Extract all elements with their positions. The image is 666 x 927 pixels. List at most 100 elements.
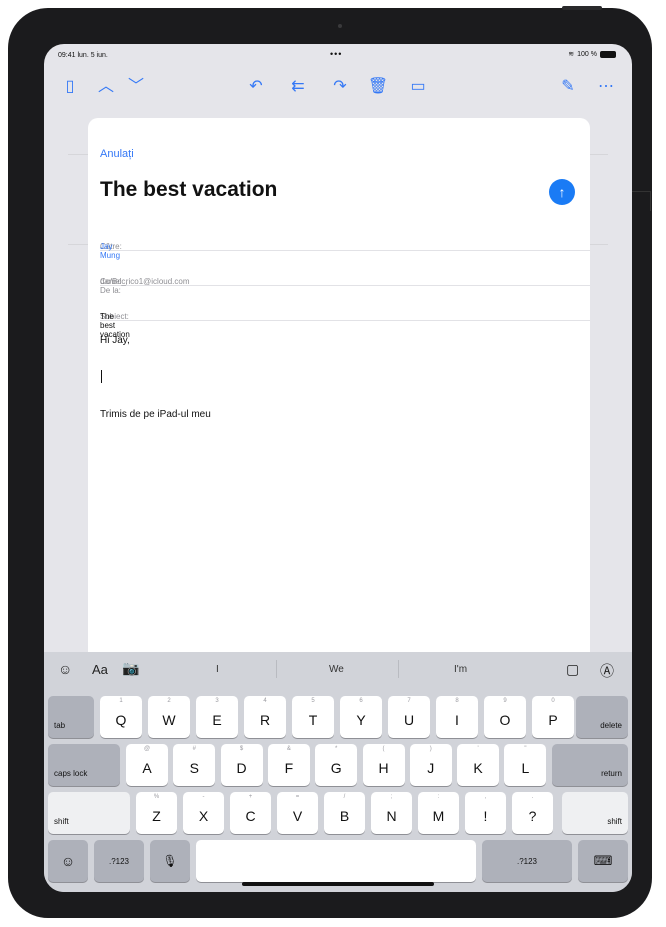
key-q[interactable]: 1Q bbox=[100, 696, 142, 738]
suggestion-2[interactable]: We bbox=[329, 664, 344, 675]
key-d[interactable]: $ D bbox=[220, 744, 263, 786]
key-m[interactable]: :M bbox=[418, 792, 459, 834]
callout-line-vertical bbox=[650, 191, 651, 211]
markup-icon[interactable]: Ⓐ bbox=[600, 661, 614, 681]
key-e[interactable]: 3E bbox=[196, 696, 238, 738]
key-hint: 0 bbox=[551, 698, 555, 704]
cc-from-field[interactable]: Cc/Bcc, De la: daniel_rico1@icloud.com bbox=[100, 251, 590, 295]
key-label: Z bbox=[152, 808, 161, 824]
key-s[interactable]: # S bbox=[173, 744, 216, 786]
key-x[interactable]: -X bbox=[183, 792, 224, 834]
key-v[interactable]: = V bbox=[277, 792, 318, 834]
status-bar: 09:41 lun. 5 iun. ••• ≋ 100 % bbox=[44, 44, 632, 66]
compose-title: The best vacation bbox=[100, 178, 278, 201]
key-label: T bbox=[308, 712, 318, 728]
key-label: H bbox=[378, 760, 389, 776]
trash-icon[interactable]: 🗑 bbox=[366, 72, 390, 102]
reply-icon[interactable]: ↶ bbox=[244, 72, 268, 102]
tab-key[interactable]: tab bbox=[48, 696, 94, 738]
key-label: U bbox=[403, 712, 415, 728]
space-key[interactable] bbox=[196, 840, 476, 882]
key-label: D bbox=[236, 760, 247, 776]
mic-key[interactable]: 🎙 bbox=[150, 840, 190, 882]
numbers-key-right[interactable]: .?123 bbox=[482, 840, 572, 882]
key-hint: / bbox=[343, 794, 346, 800]
multitasking-dots[interactable]: ••• bbox=[330, 49, 342, 59]
key-k[interactable]: ' K bbox=[457, 744, 500, 786]
key-label: ? bbox=[528, 808, 537, 824]
ipad-screen: 09:41 lun. 5 iun. ••• ≋ 100 % ▯ ︿ ﹀ ↶ ⇇ … bbox=[44, 44, 632, 892]
key-hint: # bbox=[192, 746, 196, 752]
key-f[interactable]: & F bbox=[267, 744, 310, 786]
key-n[interactable]: ; N bbox=[371, 792, 412, 834]
key-y[interactable]: 6Y bbox=[340, 696, 382, 738]
key-p[interactable]: 0P bbox=[532, 696, 574, 738]
suggestion-3[interactable]: I'm bbox=[454, 664, 467, 675]
keyboard: ☺ Aa 📷 I We I'm ▢ Ⓐ tab delete caps lock… bbox=[44, 652, 632, 892]
suggestion-1[interactable]: I bbox=[216, 664, 219, 675]
more-icon[interactable]: ⋯ bbox=[594, 72, 618, 102]
return-key[interactable]: return bbox=[552, 744, 628, 786]
key-u[interactable]: 7U bbox=[388, 696, 430, 738]
caps-lock-key[interactable]: caps lock bbox=[48, 744, 120, 786]
key-r[interactable]: 4R bbox=[244, 696, 286, 738]
key-a[interactable]: @ A bbox=[126, 744, 168, 786]
key-b[interactable]: / B bbox=[324, 792, 365, 834]
key-hint: = bbox=[295, 794, 300, 800]
folder-icon[interactable]: ▭ bbox=[406, 72, 430, 102]
emoji-key[interactable]: ☺ bbox=[48, 840, 88, 882]
key-w[interactable]: 2W bbox=[148, 696, 190, 738]
key-hint: 3 bbox=[215, 698, 219, 704]
key-hint: . bbox=[531, 794, 534, 800]
key-label: V bbox=[292, 808, 303, 824]
sidebar-icon[interactable]: ▯ bbox=[58, 72, 82, 102]
key-j[interactable]: ) J bbox=[409, 744, 452, 786]
key-t[interactable]: 5T bbox=[292, 696, 334, 738]
document-icon[interactable]: ▢ bbox=[566, 661, 579, 678]
key-label: P bbox=[548, 712, 558, 728]
key-hint: % bbox=[153, 794, 160, 800]
key-i[interactable]: 8I bbox=[436, 696, 478, 738]
numbers-key-left[interactable]: .?123 bbox=[94, 840, 144, 882]
camera-icon[interactable]: 📷 bbox=[122, 660, 139, 677]
key-h[interactable]: (H bbox=[362, 744, 405, 786]
shift-left-key[interactable]: shift bbox=[48, 792, 130, 834]
key-g[interactable]: * G bbox=[315, 744, 358, 786]
key-hint: $ bbox=[239, 746, 244, 752]
key-l[interactable]: " L bbox=[504, 744, 547, 786]
compose-sheet: Anulați The best vacation ↑ Către: Jay M… bbox=[88, 118, 590, 718]
compose-icon[interactable]: ✎ bbox=[556, 72, 580, 102]
key-label: O bbox=[499, 712, 511, 728]
emoji-text-icon[interactable]: ☺ bbox=[58, 661, 72, 677]
message-greeting[interactable]: Hi Jay, bbox=[100, 335, 130, 346]
chevron-up-icon[interactable]: ︿ bbox=[94, 72, 118, 102]
message-signature[interactable]: Trimis de pe iPad-ul meu bbox=[100, 409, 211, 420]
suggestion-divider bbox=[398, 660, 399, 678]
key-c[interactable]: + C bbox=[230, 792, 271, 834]
reply-all-icon[interactable]: ⇇ bbox=[286, 72, 310, 102]
key-o[interactable]: 9O bbox=[484, 696, 526, 738]
delete-key[interactable]: delete bbox=[576, 696, 628, 738]
key-label: K bbox=[473, 760, 483, 776]
send-button[interactable]: ↑ bbox=[549, 179, 575, 205]
key-hint: 6 bbox=[359, 698, 363, 704]
hide-keyboard-key[interactable]: ⌨ bbox=[578, 840, 628, 882]
key-hint: 8 bbox=[455, 698, 459, 704]
key-z[interactable]: % Z bbox=[136, 792, 177, 834]
format-icon[interactable]: Aa bbox=[92, 662, 108, 677]
key-![interactable]: ,! bbox=[465, 792, 506, 834]
key-hint: 4 bbox=[263, 698, 267, 704]
forward-icon[interactable]: ↷ bbox=[328, 72, 352, 102]
subject-field[interactable]: Subiect: The best vacation bbox=[100, 286, 590, 339]
key-label: Q bbox=[115, 712, 127, 728]
key-hint: & bbox=[286, 746, 291, 752]
battery-percent: 100 % bbox=[577, 50, 597, 58]
shift-right-key[interactable]: shift bbox=[562, 792, 628, 834]
to-field[interactable]: Către: Jay Mung bbox=[100, 216, 590, 260]
mail-toolbar: ▯ ︿ ﹀ ↶ ⇇ ↷ 🗑 ▭ ✎ ⋯ bbox=[44, 72, 632, 102]
key-?[interactable]: .? bbox=[512, 792, 553, 834]
chevron-down-icon[interactable]: ﹀ bbox=[124, 72, 148, 102]
key-label: L bbox=[521, 760, 530, 776]
cancel-button[interactable]: Anulați bbox=[100, 148, 134, 160]
status-right: ≋ 100 % bbox=[568, 50, 616, 58]
